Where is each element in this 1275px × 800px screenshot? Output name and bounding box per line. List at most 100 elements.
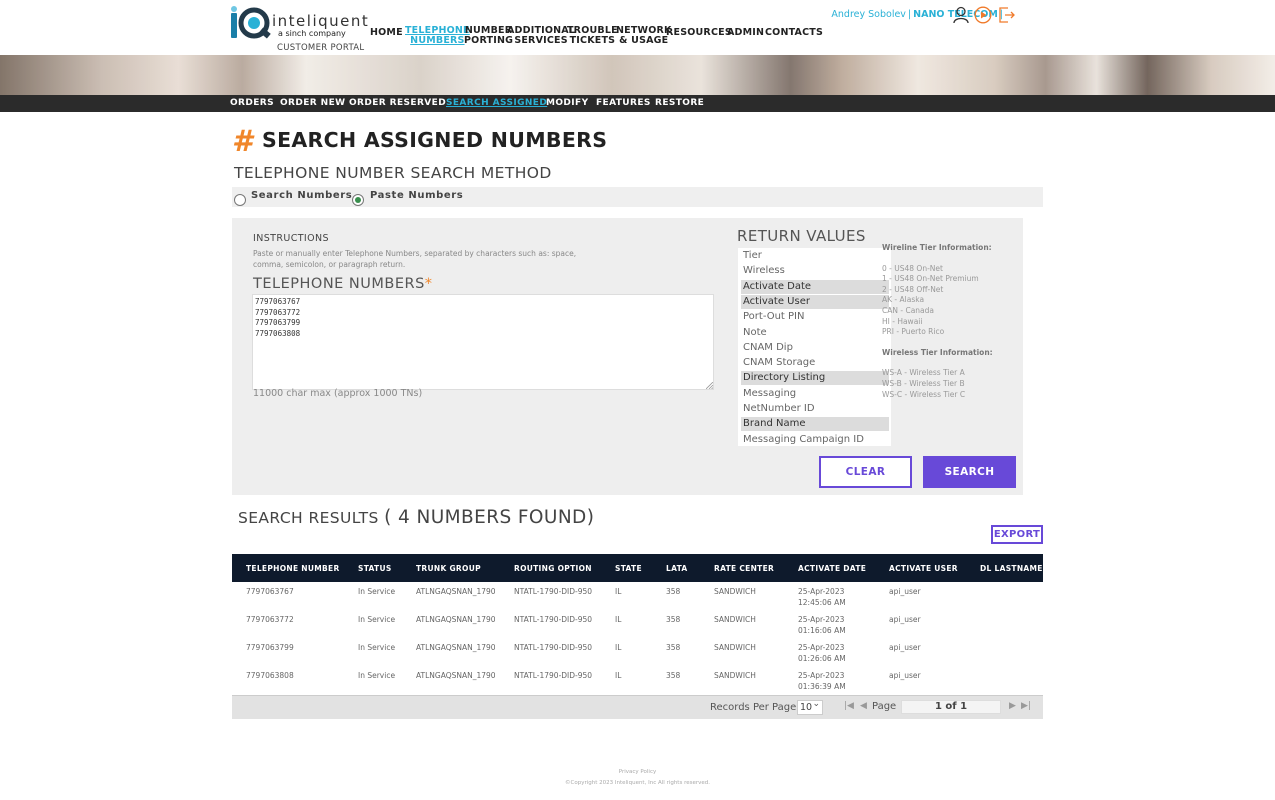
- col-activate-user[interactable]: ACTIVATE USER: [889, 564, 958, 573]
- logout-icon[interactable]: [998, 6, 1016, 24]
- cell-user: api_user: [889, 615, 921, 624]
- cell-user: api_user: [889, 643, 921, 652]
- col-routing-option[interactable]: ROUTING OPTION: [514, 564, 592, 573]
- nav-resources[interactable]: RESOURCES: [666, 28, 732, 38]
- wireline-tier-heading: Wireline Tier Information:: [882, 243, 992, 252]
- nav-additional-services[interactable]: ADDITIONAL SERVICES: [507, 26, 575, 46]
- sub-nav: ORDERS ORDER NEW ORDER RESERVED SEARCH A…: [0, 95, 1275, 112]
- col-trunk-group[interactable]: TRUNK GROUP: [416, 564, 481, 573]
- cell-time: 01:26:06 AM: [798, 653, 846, 663]
- paste-numbers-radio[interactable]: [352, 194, 364, 206]
- cell-status: In Service: [358, 615, 396, 624]
- header: inteliquent a sinch company CUSTOMER POR…: [0, 0, 1275, 55]
- nav-contacts[interactable]: CONTACTS: [765, 28, 823, 38]
- results-count: ( 4 NUMBERS FOUND): [384, 507, 595, 528]
- return-value-cnam-dip[interactable]: CNAM Dip: [741, 341, 889, 355]
- subnav-search-assigned[interactable]: SEARCH ASSIGNED: [446, 98, 547, 108]
- nav-admin[interactable]: ADMIN: [727, 28, 764, 38]
- user-icon[interactable]: [952, 6, 970, 24]
- subnav-order-new[interactable]: ORDER NEW: [280, 98, 345, 108]
- return-value-tier[interactable]: Tier: [741, 249, 889, 263]
- paste-numbers-label[interactable]: Paste Numbers: [370, 190, 463, 201]
- logo-mark-icon: [231, 6, 271, 39]
- cell-routing: NTATL-1790-DID-950: [514, 671, 593, 680]
- wireless-tier-heading: Wireless Tier Information:: [882, 347, 993, 357]
- user-separator: |: [907, 9, 912, 20]
- return-value-note[interactable]: Note: [741, 326, 889, 340]
- table-row[interactable]: 7797063772 In Service ATLNGAQSNAN_1790 N…: [232, 611, 1043, 639]
- return-value-activate-date[interactable]: Activate Date: [741, 279, 889, 294]
- table-row[interactable]: 7797063808 In Service ATLNGAQSNAN_1790 N…: [232, 667, 1043, 695]
- wireline-tier-item: HI - Hawaii: [882, 316, 923, 326]
- nav-number-porting[interactable]: NUMBER PORTING: [464, 26, 513, 46]
- prev-page-icon[interactable]: ◀: [860, 701, 867, 711]
- cell-status: In Service: [358, 643, 396, 652]
- page-indicator-input[interactable]: 1 of 1: [901, 700, 1001, 714]
- return-value-wireless[interactable]: Wireless: [741, 264, 889, 278]
- return-values-listbox[interactable]: Tier Wireless Activate Date Activate Use…: [737, 247, 892, 447]
- table-row[interactable]: 7797063799 In Service ATLNGAQSNAN_1790 N…: [232, 639, 1043, 667]
- subnav-orders[interactable]: ORDERS: [230, 98, 274, 108]
- next-page-icon[interactable]: ▶: [1009, 701, 1016, 711]
- cell-lata: 358: [666, 643, 681, 652]
- col-activate-date[interactable]: ACTIVATE DATE: [798, 564, 866, 573]
- wireline-tier-item: AK - Alaska: [882, 295, 925, 305]
- table-row[interactable]: 7797063767 In Service ATLNGAQSNAN_1790 N…: [232, 583, 1043, 611]
- wireless-tier-item: WS-A - Wireless Tier A: [882, 368, 965, 378]
- return-value-brand-name[interactable]: Brand Name: [741, 417, 889, 432]
- user-name[interactable]: Andrey Sobolev: [831, 9, 906, 20]
- subnav-restore[interactable]: RESTORE: [655, 98, 704, 108]
- nav-home[interactable]: HOME: [370, 28, 403, 38]
- subnav-features[interactable]: FEATURES: [596, 98, 651, 108]
- tn-line: 7797063767: [255, 297, 301, 306]
- search-button[interactable]: SEARCH: [923, 456, 1016, 488]
- nav-network-usage[interactable]: NETWORK & USAGE: [616, 26, 672, 46]
- cell-state: IL: [615, 671, 622, 680]
- first-page-icon[interactable]: |◀: [844, 701, 854, 711]
- telephone-numbers-textarea[interactable]: 7797063767 7797063772 7797063799 7797063…: [252, 294, 714, 390]
- return-value-cnam-storage[interactable]: CNAM Storage: [741, 356, 889, 370]
- privacy-policy-link[interactable]: Privacy Policy: [0, 769, 1275, 775]
- cell-routing: NTATL-1790-DID-950: [514, 615, 593, 624]
- col-lata[interactable]: LATA: [666, 564, 688, 573]
- search-numbers-label[interactable]: Search Numbers: [251, 190, 352, 201]
- nav-telephone-numbers[interactable]: TELEPHONE NUMBERS: [405, 26, 470, 46]
- cell-state: IL: [615, 643, 622, 652]
- export-button[interactable]: EXPORT: [991, 525, 1043, 544]
- brand-logo[interactable]: inteliquent a sinch company CUSTOMER POR…: [230, 6, 368, 53]
- subnav-modify[interactable]: MODIFY: [546, 98, 589, 108]
- instructions-text: Paste or manually enter Telephone Number…: [253, 249, 577, 269]
- return-value-messaging[interactable]: Messaging: [741, 387, 889, 401]
- wireless-tier-item: WS-C - Wireless Tier C: [882, 389, 966, 399]
- search-numbers-radio[interactable]: [234, 194, 246, 206]
- cell-date: 25-Apr-2023: [798, 643, 845, 652]
- return-value-netnumber-id[interactable]: NetNumber ID: [741, 402, 889, 416]
- nav-trouble-tickets[interactable]: TROUBLE TICKETS: [567, 26, 618, 46]
- search-method-title: TELEPHONE NUMBER SEARCH METHOD: [234, 164, 552, 182]
- search-results-title: SEARCH RESULTS ( 4 NUMBERS FOUND): [238, 507, 594, 528]
- page-title-text: SEARCH ASSIGNED NUMBERS: [262, 128, 608, 152]
- cell-status: In Service: [358, 671, 396, 680]
- cell-user: api_user: [889, 671, 921, 680]
- cell-tn: 7797063772: [246, 615, 294, 624]
- col-rate-center[interactable]: RATE CENTER: [714, 564, 774, 573]
- cell-rate-center: SANDWICH: [714, 671, 756, 680]
- col-status[interactable]: STATUS: [358, 564, 392, 573]
- return-value-directory-listing[interactable]: Directory Listing: [741, 371, 889, 386]
- col-dl-lastname[interactable]: DL LASTNAME: [980, 564, 1043, 573]
- cell-tn: 7797063808: [246, 671, 294, 680]
- resize-grip-icon[interactable]: [706, 382, 713, 389]
- play-icon[interactable]: [974, 6, 992, 24]
- return-value-port-out-pin[interactable]: Port-Out PIN: [741, 310, 889, 324]
- copyright-text: ©Copyright 2023 Inteliquent, Inc All rig…: [565, 780, 710, 786]
- subnav-order-reserved[interactable]: ORDER RESERVED: [349, 98, 446, 108]
- clear-button[interactable]: CLEAR: [819, 456, 912, 488]
- last-page-icon[interactable]: ▶|: [1021, 701, 1031, 711]
- records-per-page-select[interactable]: 10: [797, 698, 823, 715]
- col-state[interactable]: STATE: [615, 564, 642, 573]
- tier-information: Wireline Tier Information: 0 - US48 On-N…: [882, 243, 1012, 400]
- return-value-messaging-campaign-id[interactable]: Messaging Campaign ID: [741, 433, 889, 446]
- col-telephone-number[interactable]: TELEPHONE NUMBER: [246, 564, 340, 573]
- tn-line: 7797063772: [255, 307, 301, 317]
- return-value-activate-user[interactable]: Activate User: [741, 294, 889, 309]
